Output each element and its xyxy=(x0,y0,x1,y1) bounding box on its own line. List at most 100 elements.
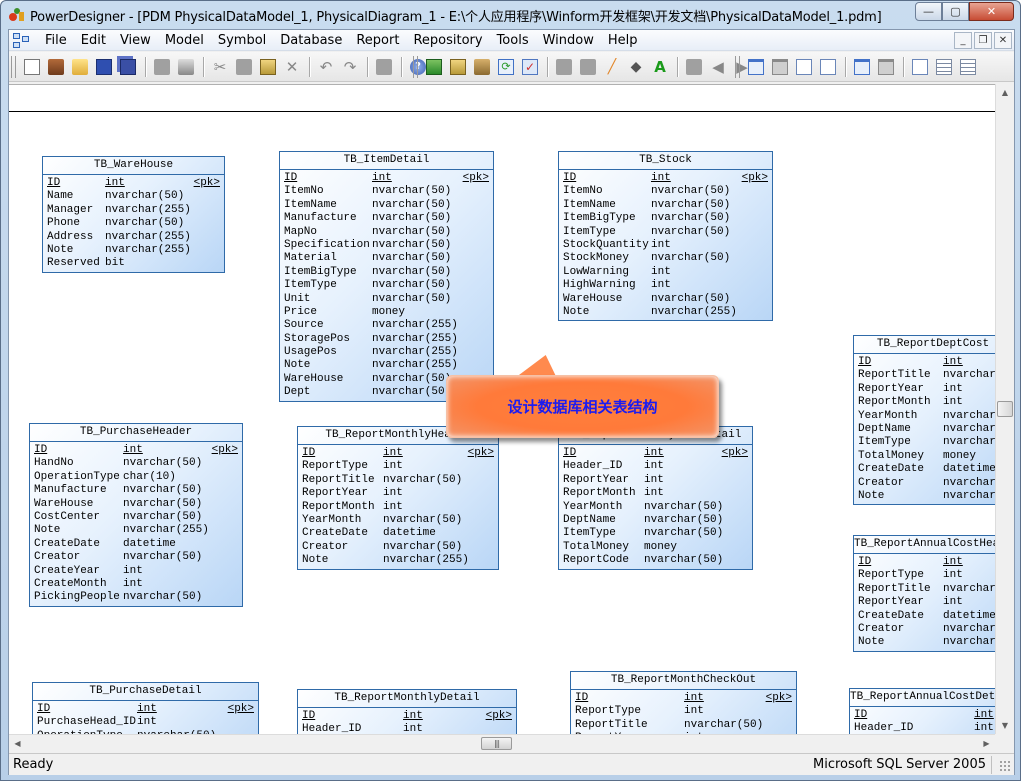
table-column-row[interactable]: Reserved bit xyxy=(47,257,220,270)
diagram-document-icon[interactable] xyxy=(13,33,30,48)
table-column-row[interactable]: ItemType nvarchar(50) xyxy=(284,279,489,292)
menu-report[interactable]: Report xyxy=(350,33,405,48)
table-column-row[interactable]: ID int xyxy=(858,556,995,569)
maximize-button[interactable]: ▢ xyxy=(942,2,969,21)
line-style-button[interactable]: ╱ xyxy=(601,56,623,78)
report-button[interactable] xyxy=(933,56,955,78)
table-column-row[interactable]: PickingPeople nvarchar(50) xyxy=(34,591,238,604)
title-bar[interactable]: PowerDesigner - [PDM PhysicalDataModel_1… xyxy=(1,1,1020,29)
table-column-row[interactable]: Phone nvarchar(50) xyxy=(47,217,220,230)
table-name[interactable]: TB_PurchaseHeader xyxy=(30,424,242,442)
vertical-scroll-thumb[interactable] xyxy=(997,401,1013,417)
table-column-row[interactable]: Note nvarchar(255) xyxy=(284,359,489,372)
paste-shortcut-button[interactable] xyxy=(447,56,469,78)
table-column-row[interactable]: Note nvarchar(255) xyxy=(563,306,768,319)
menu-file[interactable]: File xyxy=(39,33,73,48)
horizontal-scrollbar[interactable]: ◀ ||| ▶ xyxy=(9,734,995,752)
table-column-row[interactable]: UsagePos nvarchar(255) xyxy=(284,346,489,359)
table-column-row[interactable]: ReportType int xyxy=(302,460,494,473)
table-column-row[interactable]: WareHouse nvarchar(50) xyxy=(34,498,238,511)
toolbar-grip[interactable] xyxy=(735,56,740,78)
new-model-button[interactable] xyxy=(423,56,445,78)
table-column-row[interactable]: MapNo nvarchar(50) xyxy=(284,226,489,239)
table-column-row[interactable]: HighWarning int xyxy=(563,279,768,292)
table-symbol[interactable]: TB_ReportMonthlyDetail ID int <pk> Header_ID… xyxy=(297,689,517,734)
table-column-row[interactable]: DeptName nvarchar(50) xyxy=(858,423,995,436)
minimize-button[interactable]: — xyxy=(915,2,942,21)
table-column-row[interactable]: ReportType int xyxy=(858,569,995,582)
table-column-row[interactable]: ItemType nvarchar(50) xyxy=(563,226,768,239)
fill-color-button[interactable]: ◆ xyxy=(625,56,647,78)
table-column-row[interactable]: OperationType char(10) xyxy=(34,471,238,484)
menu-window[interactable]: Window xyxy=(537,33,600,48)
table-column-row[interactable]: ID int <pk> xyxy=(563,447,748,460)
table-column-row[interactable]: Creator nvarchar(50) xyxy=(302,541,494,554)
save-all-button[interactable] xyxy=(117,56,139,78)
table-column-row[interactable]: ReportTitle nvarchar(50) xyxy=(858,583,995,596)
home-button[interactable] xyxy=(683,56,705,78)
menu-help[interactable]: Help xyxy=(602,33,644,48)
table-column-row[interactable]: ReportYear int xyxy=(858,596,995,609)
table-column-row[interactable]: StockQuantity int xyxy=(563,239,768,252)
menu-edit[interactable]: Edit xyxy=(75,33,112,48)
table-column-row[interactable]: Material nvarchar(50) xyxy=(284,252,489,265)
browser-window-button[interactable] xyxy=(769,56,791,78)
table-column-row[interactable]: ID int <pk> xyxy=(47,177,220,190)
undo-button[interactable]: ↶ xyxy=(315,56,337,78)
diagram-window-button[interactable] xyxy=(745,56,767,78)
table-column-row[interactable]: ItemNo nvarchar(50) xyxy=(284,185,489,198)
table-column-row[interactable]: ItemName nvarchar(50) xyxy=(284,199,489,212)
mdi-close-button[interactable]: ✕ xyxy=(994,32,1012,49)
mdi-restore-button[interactable]: ❐ xyxy=(974,32,992,49)
menu-view[interactable]: View xyxy=(114,33,157,48)
resize-grip-icon[interactable] xyxy=(999,760,1011,772)
table-column-row[interactable]: Specification nvarchar(50) xyxy=(284,239,489,252)
output-window-button[interactable] xyxy=(793,56,815,78)
cut-button[interactable]: ✂ xyxy=(209,56,231,78)
table-symbol[interactable]: TB_ReportAnnualCostHeaderIDintReportType… xyxy=(853,535,995,652)
table-column-row[interactable]: PurchaseHead_ID int xyxy=(37,716,254,729)
table-column-row[interactable]: CostCenter nvarchar(50) xyxy=(34,511,238,524)
table-name[interactable]: TB_ReportMonthlyDetail xyxy=(298,690,516,708)
table-column-row[interactable]: ID int xyxy=(858,356,995,369)
table-column-row[interactable]: ReportYear int xyxy=(858,383,995,396)
table-column-row[interactable]: ReportYear int xyxy=(302,487,494,500)
table-symbol[interactable]: TB_Stock ID int <pk> ItemNo nvarchar(50) ItemN… xyxy=(558,151,773,322)
table-symbol[interactable]: TB_WareHouse ID int <pk> Name nvarchar(50) Man… xyxy=(42,156,225,273)
table-column-row[interactable]: CreateMonth int xyxy=(34,578,238,591)
table-column-row[interactable]: CreateDate datetime xyxy=(34,538,238,551)
table-column-row[interactable]: ReportType int xyxy=(575,705,792,718)
table-column-row[interactable]: ItemBigType nvarchar(50) xyxy=(563,212,768,225)
symbol-format-button[interactable] xyxy=(577,56,599,78)
table-column-row[interactable]: Manufacture nvarchar(50) xyxy=(34,484,238,497)
table-column-row[interactable]: Manager nvarchar(255) xyxy=(47,204,220,217)
table-symbol[interactable]: TB_ReportDeptCost ID int ReportTitle nvarcha… xyxy=(853,335,995,506)
table-column-row[interactable]: ReportTitle nvarchar(50) xyxy=(575,719,792,732)
table-column-row[interactable]: Note nvarchar(255) xyxy=(858,636,995,649)
table-column-row[interactable]: ReportTitle nvarchar(50) xyxy=(858,369,995,382)
table-name[interactable]: TB_WareHouse xyxy=(43,157,224,175)
table-column-row[interactable]: Header_ID int xyxy=(563,460,748,473)
table-name[interactable]: TB_ItemDetail xyxy=(280,152,493,170)
print-preview-button[interactable] xyxy=(151,56,173,78)
table-column-row[interactable]: ID int <pk> xyxy=(37,703,254,716)
menu-symbol[interactable]: Symbol xyxy=(212,33,272,48)
table-column-row[interactable]: YearMonth nvarchar(50) xyxy=(302,514,494,527)
table-symbol[interactable]: TB_PurchaseHeader ID int <pk> HandNo nvarchar… xyxy=(29,423,243,607)
scroll-left-arrow-icon[interactable]: ◀ xyxy=(9,735,26,752)
table-column-row[interactable]: CreateDate datetime xyxy=(858,463,995,476)
format-button[interactable] xyxy=(553,56,575,78)
table-column-row[interactable]: ID int <pk> xyxy=(563,172,768,185)
copy-button[interactable] xyxy=(233,56,255,78)
table-column-row[interactable]: ReportMonth int xyxy=(858,396,995,409)
table-name[interactable]: TB_ReportDeptCost xyxy=(854,336,995,354)
new-project-button[interactable] xyxy=(45,56,67,78)
table-column-row[interactable]: ReportYear int xyxy=(563,474,748,487)
result-list-button[interactable] xyxy=(817,56,839,78)
scroll-right-arrow-icon[interactable]: ▶ xyxy=(978,735,995,752)
table-column-row[interactable]: Creator nvarchar(50) xyxy=(858,623,995,636)
delete-button[interactable]: ✕ xyxy=(281,56,303,78)
table-column-row[interactable]: Creator nvarchar(50) xyxy=(34,551,238,564)
table-column-row[interactable]: Note nvarchar(255) xyxy=(858,490,995,503)
table-symbol[interactable]: TB_ItemDetail ID int <pk> ItemNo nvarchar(50)… xyxy=(279,151,494,402)
